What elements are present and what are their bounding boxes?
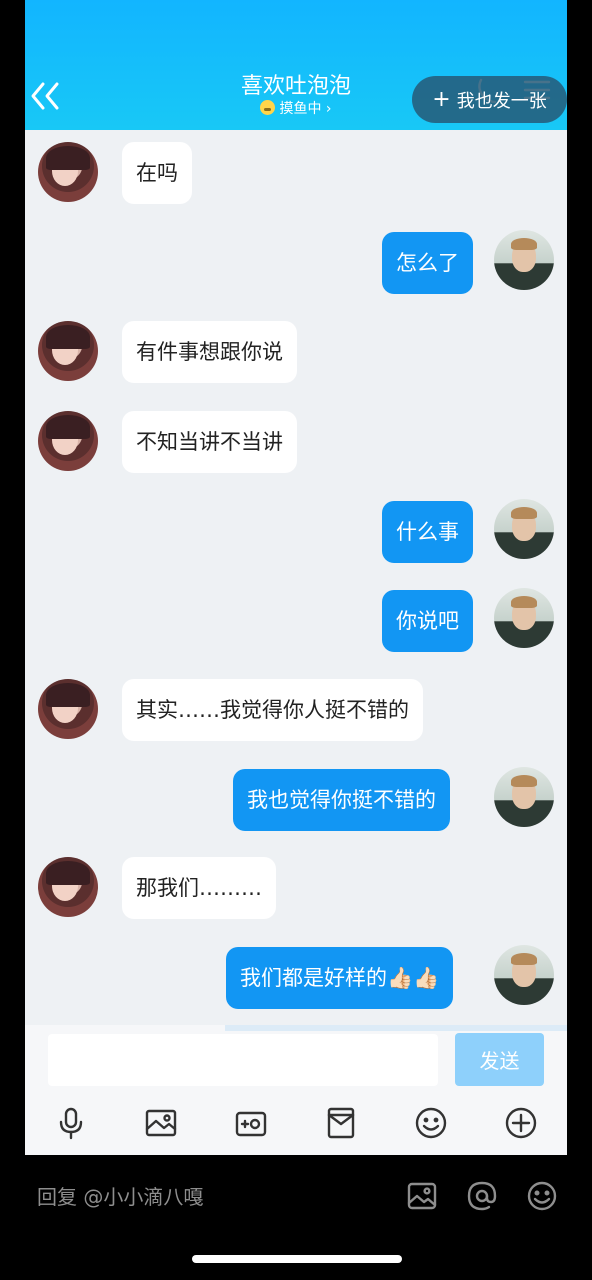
contact-avatar[interactable] <box>38 679 98 739</box>
my-avatar[interactable] <box>494 945 554 1005</box>
status-text: 摸鱼中 › <box>279 101 332 117</box>
camera-icon[interactable] <box>233 1105 269 1141</box>
contact-avatar[interactable] <box>38 321 98 381</box>
chat-screen: 喜欢吐泡泡 摸鱼中 › + 我也发一张 在吗 怎么了 有件事想跟你说 不知当讲不… <box>25 0 567 1155</box>
contact-avatar[interactable] <box>38 857 98 917</box>
send-button[interactable]: 发送 <box>455 1033 544 1086</box>
message-row: 怎么了 <box>25 230 567 294</box>
post-button-label: 我也发一张 <box>456 90 547 112</box>
plus-icon[interactable] <box>503 1105 539 1141</box>
home-indicator[interactable] <box>192 1255 402 1263</box>
message-bubble-received[interactable]: 其实……我觉得你人挺不错的 <box>122 679 423 741</box>
input-divider <box>225 1025 567 1031</box>
microphone-icon[interactable] <box>53 1105 89 1141</box>
message-row: 什么事 <box>25 499 567 563</box>
contact-avatar[interactable] <box>38 411 98 471</box>
message-row: 其实……我觉得你人挺不错的 <box>38 679 558 741</box>
emoji-icon[interactable] <box>413 1105 449 1141</box>
message-bubble-received[interactable]: 不知当讲不当讲 <box>122 411 297 473</box>
message-bubble-sent[interactable]: 什么事 <box>382 501 473 563</box>
message-bubble-sent[interactable]: 你说吧 <box>382 590 473 652</box>
message-input[interactable] <box>48 1034 438 1086</box>
my-avatar[interactable] <box>494 588 554 648</box>
contact-avatar[interactable] <box>38 142 98 202</box>
message-row: 有件事想跟你说 <box>38 321 558 383</box>
image-icon[interactable] <box>143 1105 179 1141</box>
my-avatar[interactable] <box>494 499 554 559</box>
message-bubble-received[interactable]: 那我们……… <box>122 857 276 919</box>
message-row: 那我们……… <box>38 857 558 919</box>
message-bubble-sent[interactable]: 怎么了 <box>382 232 473 294</box>
at-icon[interactable] <box>465 1179 499 1213</box>
message-bubble-received[interactable]: 在吗 <box>122 142 192 204</box>
message-input-bar: 发送 <box>25 1025 567 1155</box>
message-row: 不知当讲不当讲 <box>38 411 558 473</box>
message-bubble-sent[interactable]: 我也觉得你挺不错的 <box>233 769 450 831</box>
reply-input[interactable]: 回复 @小小滴八嘎 <box>37 1181 203 1210</box>
post-photo-button[interactable]: + 我也发一张 <box>412 76 567 123</box>
image-icon[interactable] <box>405 1179 439 1213</box>
reply-bar: 回复 @小小滴八嘎 <box>0 1155 592 1280</box>
message-row: 我也觉得你挺不错的 <box>25 767 567 831</box>
message-bubble-received[interactable]: 有件事想跟你说 <box>122 321 297 383</box>
message-row: 我们都是好样的👍🏻👍🏻 <box>25 945 567 1009</box>
input-toolbar <box>25 1105 567 1145</box>
plus-icon: + <box>432 86 451 112</box>
my-avatar[interactable] <box>494 230 554 290</box>
red-packet-icon[interactable] <box>323 1105 359 1141</box>
message-row: 在吗 <box>38 142 558 204</box>
emoji-icon[interactable] <box>525 1179 559 1213</box>
my-avatar[interactable] <box>494 767 554 827</box>
status-emoji-icon <box>260 100 276 115</box>
chat-header: 喜欢吐泡泡 摸鱼中 › + 我也发一张 <box>25 0 567 130</box>
message-bubble-sent[interactable]: 我们都是好样的👍🏻👍🏻 <box>226 947 454 1009</box>
message-row: 你说吧 <box>25 588 567 652</box>
